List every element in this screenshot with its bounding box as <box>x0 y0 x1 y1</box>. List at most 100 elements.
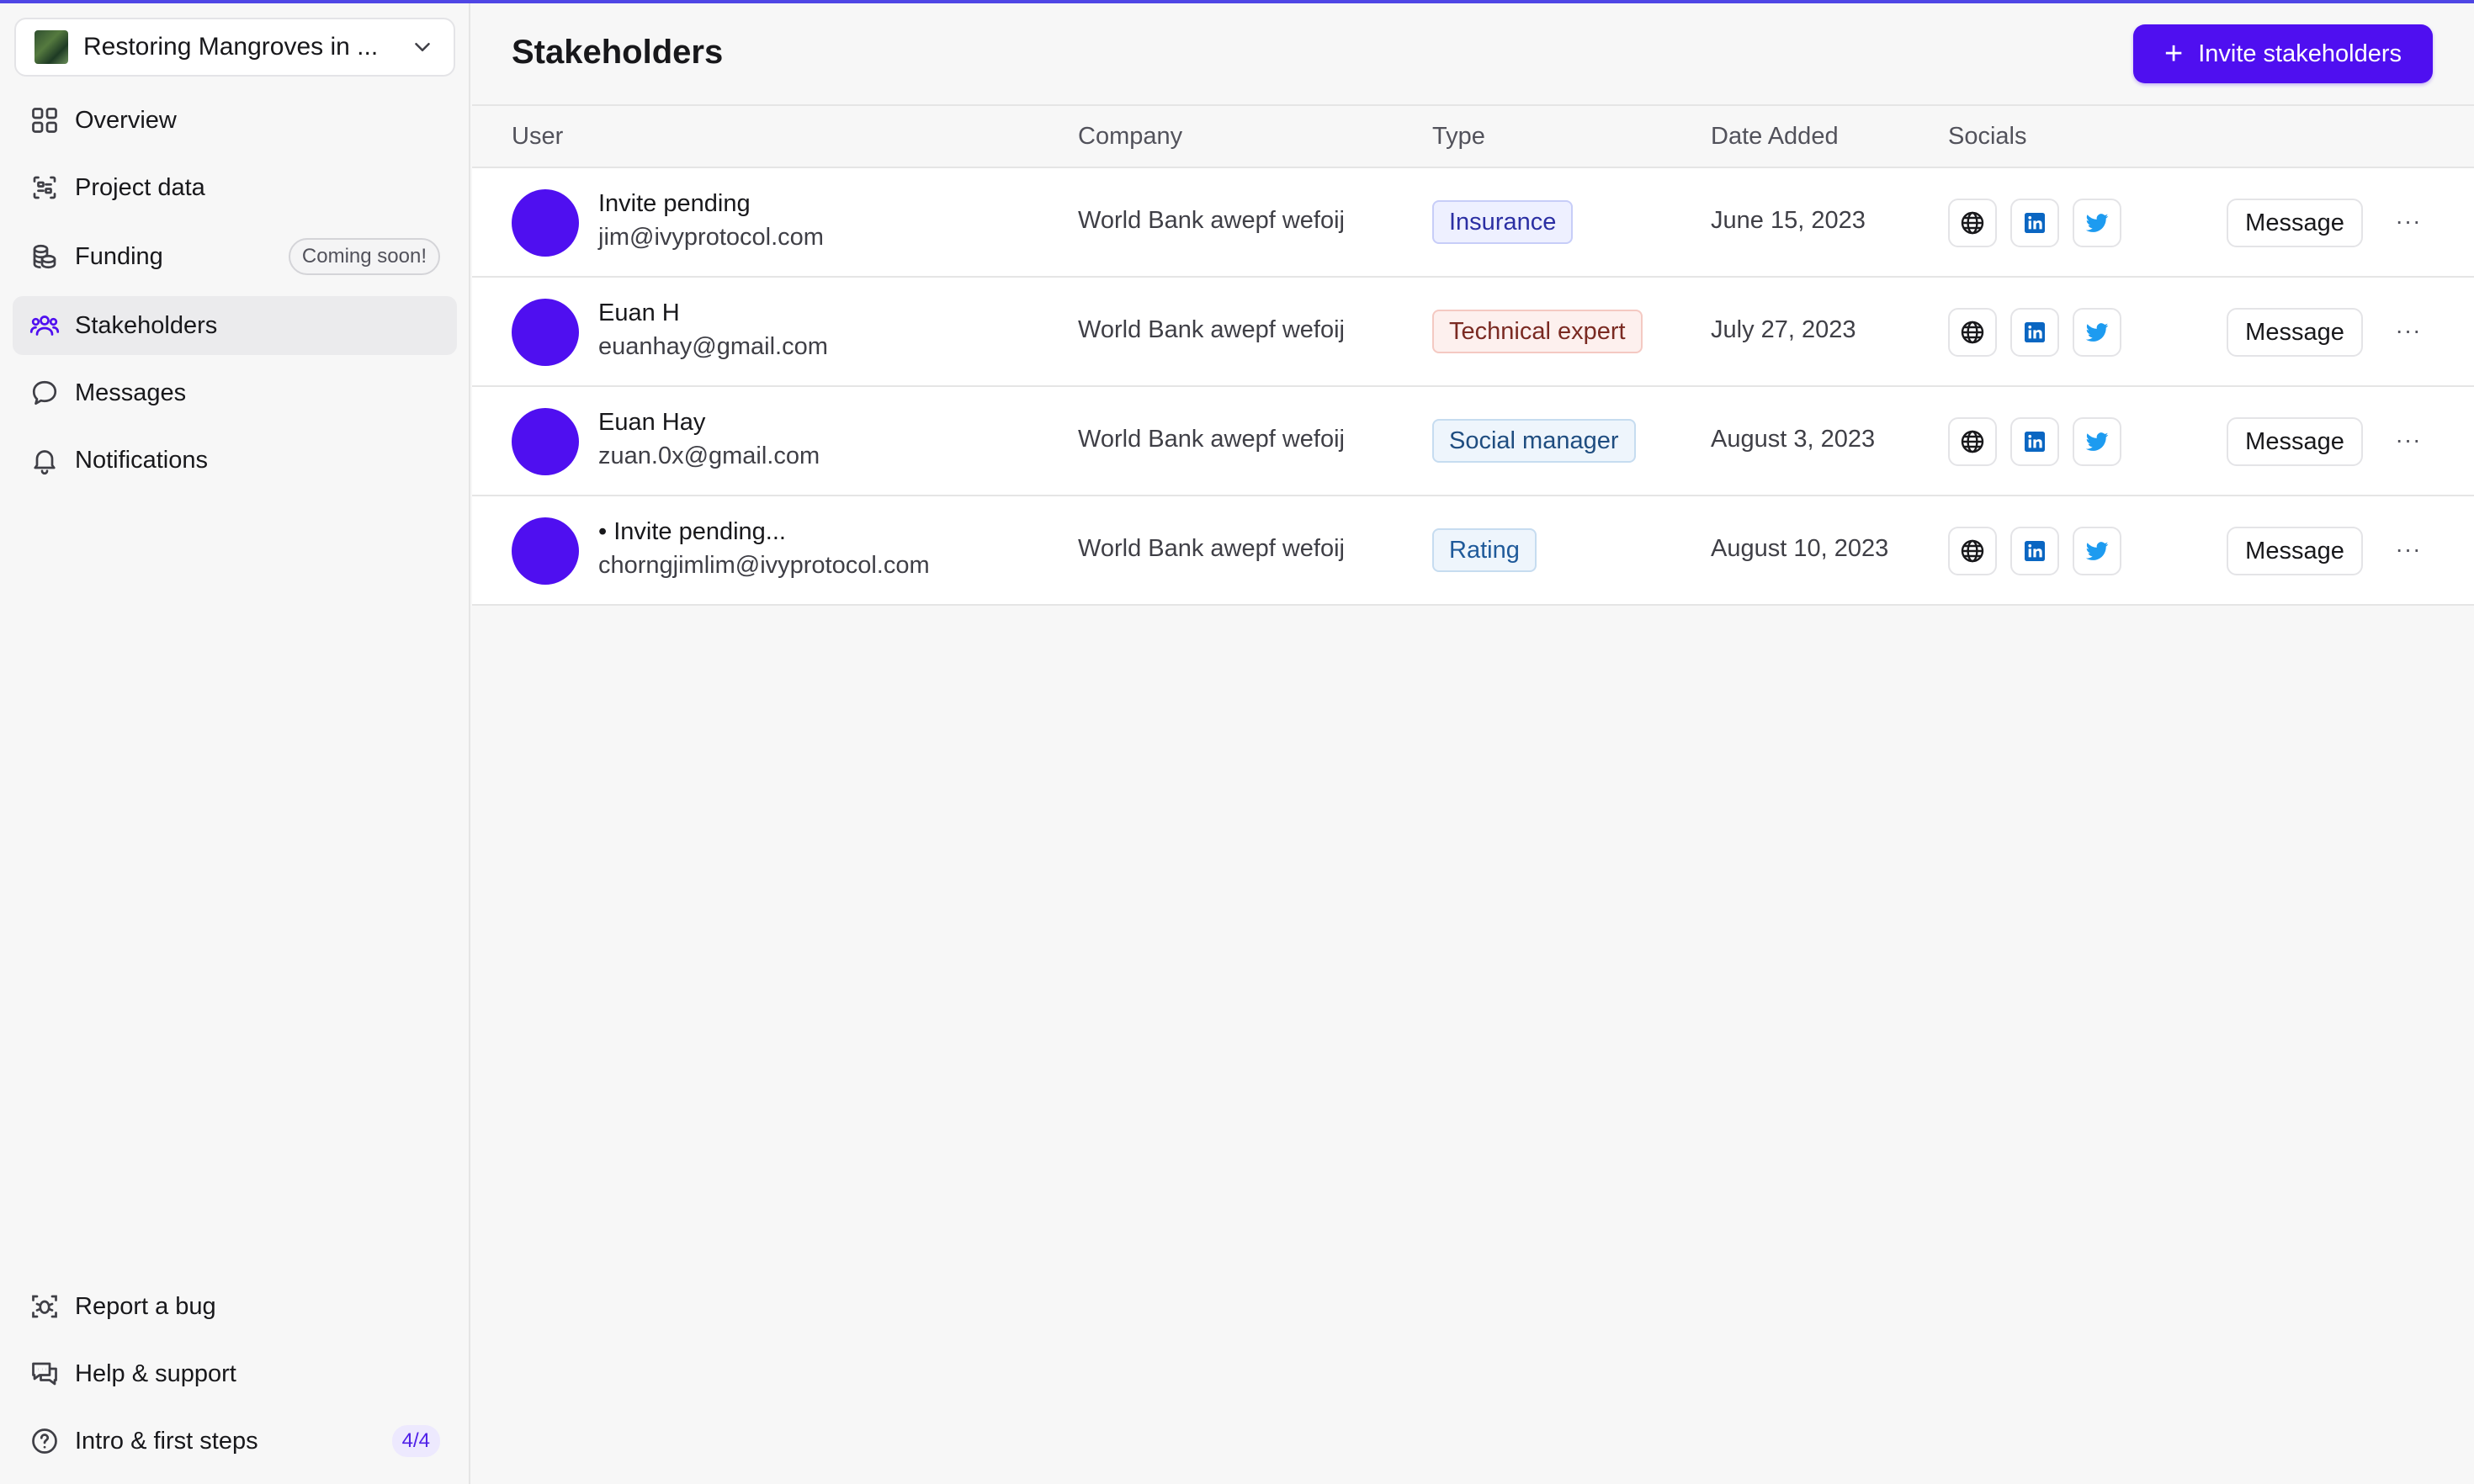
date-added: July 27, 2023 <box>1711 316 1856 343</box>
website-link[interactable] <box>1948 199 1997 247</box>
linkedin-icon <box>2025 541 2045 561</box>
user-name: Euan H <box>598 299 680 326</box>
question-icon <box>32 1428 57 1454</box>
plus-icon: + <box>2163 36 2184 72</box>
linkedin-link[interactable] <box>2010 308 2059 357</box>
sidebar-item-funding[interactable]: Funding Coming soon! <box>13 227 457 286</box>
sidebar-item-label: Stakeholders <box>75 311 218 339</box>
sidebar-item-report-bug[interactable]: Report a bug <box>13 1277 457 1336</box>
support-icon <box>32 1362 57 1386</box>
table-header: User Company Type Date Added Socials <box>472 104 2474 168</box>
linkedin-link[interactable] <box>2010 527 2059 575</box>
user-email: jim@ivyprotocol.com <box>598 224 824 251</box>
website-link[interactable] <box>1948 308 1997 357</box>
sidebar-item-messages[interactable]: Messages <box>13 363 457 422</box>
sidebar-item-help-support[interactable]: Help & support <box>13 1344 457 1403</box>
more-options-icon[interactable]: ··· <box>2387 528 2429 570</box>
globe-icon <box>1961 430 1984 453</box>
twitter-icon <box>2085 432 2109 451</box>
globe-icon <box>1961 539 1984 563</box>
avatar <box>512 299 579 366</box>
coins-icon <box>33 244 56 269</box>
sidebar-item-label: Help & support <box>75 1359 236 1387</box>
globe-icon <box>1961 321 1984 344</box>
grid-icon <box>32 108 57 133</box>
invite-stakeholders-button[interactable]: + Invite stakeholders <box>2133 24 2433 83</box>
sidebar-item-label: Intro & first steps <box>75 1427 258 1455</box>
sidebar-item-label: Overview <box>75 106 177 134</box>
bug-icon <box>32 1295 57 1318</box>
type-badge: Technical expert <box>1432 310 1643 353</box>
message-button[interactable]: Message <box>2227 308 2363 357</box>
avatar <box>512 189 579 257</box>
twitter-link[interactable] <box>2073 527 2121 575</box>
company-name: World Bank awepf wefoij <box>1078 535 1346 562</box>
user-name: • Invite pending... <box>598 518 786 545</box>
sidebar-item-label: Project data <box>75 173 205 201</box>
sidebar-item-label: Report a bug <box>75 1292 216 1320</box>
column-header-company: Company <box>1078 123 1183 150</box>
user-email: euanhay@gmail.com <box>598 333 828 360</box>
column-header-socials: Socials <box>1948 123 2027 150</box>
project-selector[interactable]: Restoring Mangroves in ... <box>14 18 455 77</box>
main-content: Stakeholders + Invite stakeholders User … <box>472 0 2474 1484</box>
project-name: Restoring Mangroves in ... <box>83 33 379 61</box>
twitter-icon <box>2085 323 2109 342</box>
table-row: Euan H euanhay@gmail.com World Bank awep… <box>472 278 2474 387</box>
invite-button-label: Invite stakeholders <box>2198 40 2402 67</box>
avatar <box>512 408 579 475</box>
twitter-link[interactable] <box>2073 417 2121 466</box>
company-name: World Bank awepf wefoij <box>1078 316 1346 343</box>
company-name: World Bank awepf wefoij <box>1078 426 1346 453</box>
chevron-down-icon <box>415 43 430 51</box>
column-header-date: Date Added <box>1711 123 1839 150</box>
user-name: Invite pending <box>598 190 751 217</box>
twitter-link[interactable] <box>2073 308 2121 357</box>
sidebar-item-intro-first-steps[interactable]: Intro & first steps 4/4 <box>13 1412 457 1471</box>
date-added: June 15, 2023 <box>1711 207 1866 234</box>
twitter-link[interactable] <box>2073 199 2121 247</box>
column-header-type: Type <box>1432 123 1485 150</box>
chat-icon <box>32 380 57 405</box>
database-icon <box>33 176 56 199</box>
user-email: chorngjimlim@ivyprotocol.com <box>598 552 930 579</box>
user-email: zuan.0x@gmail.com <box>598 443 820 469</box>
date-added: August 10, 2023 <box>1711 535 1889 562</box>
message-button[interactable]: Message <box>2227 417 2363 466</box>
website-link[interactable] <box>1948 417 1997 466</box>
date-added: August 3, 2023 <box>1711 426 1876 453</box>
twitter-icon <box>2085 542 2109 560</box>
globe-icon <box>1961 211 1984 235</box>
message-button[interactable]: Message <box>2227 199 2363 247</box>
company-name: World Bank awepf wefoij <box>1078 207 1346 234</box>
coming-soon-badge: Coming soon! <box>288 238 440 275</box>
progress-badge: 4/4 <box>391 1425 440 1457</box>
more-options-icon[interactable]: ··· <box>2387 419 2429 461</box>
twitter-icon <box>2085 214 2109 232</box>
linkedin-link[interactable] <box>2010 417 2059 466</box>
website-link[interactable] <box>1948 527 1997 575</box>
table-row: • Invite pending... chorngjimlim@ivyprot… <box>472 496 2474 606</box>
page-title: Stakeholders <box>512 34 724 71</box>
linkedin-icon <box>2025 213 2045 233</box>
user-name: Euan Hay <box>598 409 706 436</box>
type-badge: Social manager <box>1432 419 1636 463</box>
project-thumbnail <box>35 30 68 64</box>
stakeholders-table: Invite pending jim@ivyprotocol.com World… <box>472 168 2474 606</box>
linkedin-icon <box>2025 322 2045 342</box>
sidebar-item-label: Messages <box>75 379 187 406</box>
sidebar-item-notifications[interactable]: Notifications <box>13 431 457 490</box>
type-badge: Rating <box>1432 528 1537 572</box>
sidebar-item-stakeholders[interactable]: Stakeholders <box>13 296 457 355</box>
sidebar-item-overview[interactable]: Overview <box>13 91 457 150</box>
sidebar: Restoring Mangroves in ... Overview Proj… <box>0 0 470 1484</box>
type-badge: Insurance <box>1432 200 1574 244</box>
sidebar-item-project-data[interactable]: Project data <box>13 158 457 217</box>
linkedin-link[interactable] <box>2010 199 2059 247</box>
message-button[interactable]: Message <box>2227 527 2363 575</box>
sidebar-item-label: Funding <box>75 242 163 270</box>
avatar <box>512 517 579 585</box>
more-options-icon[interactable]: ··· <box>2387 310 2429 352</box>
more-options-icon[interactable]: ··· <box>2387 200 2429 242</box>
linkedin-icon <box>2025 432 2045 452</box>
